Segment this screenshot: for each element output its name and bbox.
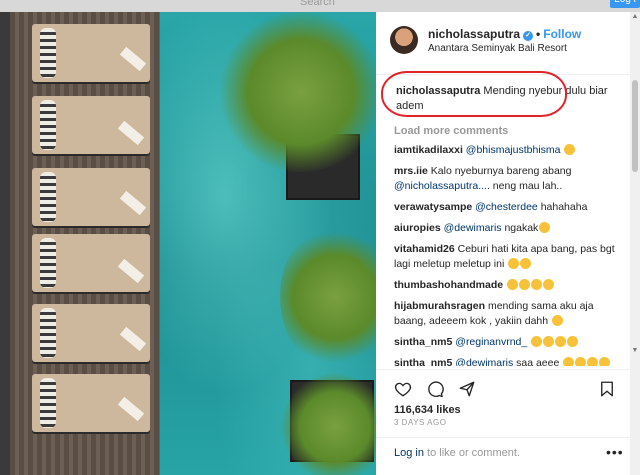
sun-lounger — [32, 24, 150, 82]
emoji-icon — [508, 258, 520, 269]
scroll-down-icon[interactable]: ▼ — [631, 347, 639, 355]
comment-icon[interactable] — [426, 380, 444, 398]
post-photo[interactable] — [10, 12, 376, 475]
sun-lounger — [32, 234, 150, 292]
sun-lounger — [32, 96, 150, 154]
sun-lounger — [32, 168, 150, 226]
emoji-icon — [531, 336, 543, 347]
login-prompt-text: to like or comment. — [423, 447, 520, 459]
comments-list: nicholassaputra Mending nyebur dulu biar… — [394, 74, 618, 366]
emoji-icon — [543, 279, 555, 290]
comment: sintha_nm5 @dewimaris saa aeee — [394, 356, 618, 366]
comment-username[interactable]: sintha_nm5 — [394, 336, 452, 348]
comment-username[interactable]: vitahamid26 — [394, 243, 455, 255]
emoji-icon — [531, 279, 543, 290]
emoji-icon — [552, 315, 564, 326]
verified-icon: ✓ — [523, 31, 534, 41]
login-prompt: Log in to like or comment. — [394, 447, 520, 459]
comment-mention[interactable]: @chesterdee — [475, 201, 538, 213]
comment-username[interactable]: thumbashohandmade — [394, 279, 503, 291]
comment-username[interactable]: iamtikadilaxxi — [394, 144, 463, 156]
background-topbar: Search Log i — [0, 0, 640, 12]
emoji-icon — [555, 336, 567, 347]
comment: hijabmurahsragen mending sama aku aja ba… — [394, 299, 618, 329]
comment-username[interactable]: aiuropies — [394, 222, 441, 234]
emoji-icon — [587, 357, 599, 366]
share-icon[interactable] — [458, 380, 476, 398]
separator-dot: • — [536, 27, 541, 41]
comment-mention[interactable]: @reginanvrnd_ — [455, 336, 527, 348]
likes-count[interactable]: 116,634 likes — [394, 404, 461, 416]
comment: verawatysampe @chesterdee hahahaha — [394, 200, 618, 215]
more-icon[interactable]: ••• — [606, 444, 624, 460]
emoji-icon — [539, 222, 551, 233]
load-more-comments-button[interactable]: Load more comments — [394, 125, 618, 137]
scrollbar-thumb[interactable] — [632, 80, 638, 172]
comment-username[interactable]: verawatysampe — [394, 201, 472, 213]
emoji-icon — [519, 279, 531, 290]
emoji-icon — [564, 144, 576, 155]
comment-text: ngakak — [504, 222, 539, 234]
comment: sintha_nm5 @reginanvrnd_ — [394, 335, 618, 350]
post-location[interactable]: Anantara Seminyak Bali Resort — [428, 43, 567, 54]
comment-mention[interactable]: @dewimaris — [455, 357, 513, 366]
comment-username[interactable]: sintha_nm5 — [394, 357, 452, 366]
header-row: nicholassaputra ✓ • Follow — [428, 27, 581, 41]
heart-icon[interactable] — [394, 380, 412, 398]
comment: mrs.iie Kalo nyeburnya bareng abang @nic… — [394, 164, 618, 194]
comment-text: neng mau lah.. — [492, 180, 563, 192]
avatar[interactable] — [390, 26, 418, 54]
emoji-icon — [543, 336, 555, 347]
action-bar — [376, 369, 630, 400]
sun-lounger — [32, 374, 150, 432]
login-button[interactable]: Log i — [610, 0, 640, 8]
divider — [376, 437, 630, 438]
post-header: nicholassaputra ✓ • Follow Anantara Seminya… — [376, 12, 630, 75]
sun-lounger — [32, 304, 150, 362]
emoji-icon — [567, 336, 579, 347]
comment: aiuropies @dewimaris ngakak — [394, 221, 618, 236]
follow-button[interactable]: Follow — [543, 27, 581, 41]
emoji-icon — [575, 357, 587, 366]
comment-text: saa aeee — [516, 357, 560, 366]
emoji-icon — [599, 357, 611, 366]
comment-text: hahahaha — [540, 201, 588, 213]
highlight-annotation — [381, 71, 567, 117]
comment-mention[interactable]: @dewimaris — [444, 222, 502, 234]
search-placeholder[interactable]: Search — [300, 0, 335, 8]
emoji-icon — [563, 357, 575, 366]
comment-username[interactable]: mrs.iie — [394, 165, 428, 177]
emoji-icon — [507, 279, 519, 290]
comment: iamtikadilaxxi @bhismajustbhisma — [394, 143, 618, 158]
comment-username[interactable]: hijabmurahsragen — [394, 300, 485, 312]
comment-mention[interactable]: @bhismajustbhisma — [466, 144, 561, 156]
bookmark-icon[interactable] — [598, 380, 616, 398]
tree-canopy — [216, 12, 376, 172]
scroll-up-icon[interactable]: ▲ — [631, 13, 639, 21]
author-username[interactable]: nicholassaputra — [428, 27, 520, 41]
login-link[interactable]: Log in — [394, 447, 424, 459]
timestamp: 3 DAYS AGO — [394, 418, 447, 427]
comment-text: Kalo nyeburnya bareng abang — [430, 165, 572, 177]
comment: vitahamid26 Ceburi hati kita apa bang, p… — [394, 242, 618, 272]
comment-mention[interactable]: @nicholassaputra.... — [394, 180, 490, 192]
emoji-icon — [520, 258, 532, 269]
comment: thumbashohandmade — [394, 278, 618, 293]
